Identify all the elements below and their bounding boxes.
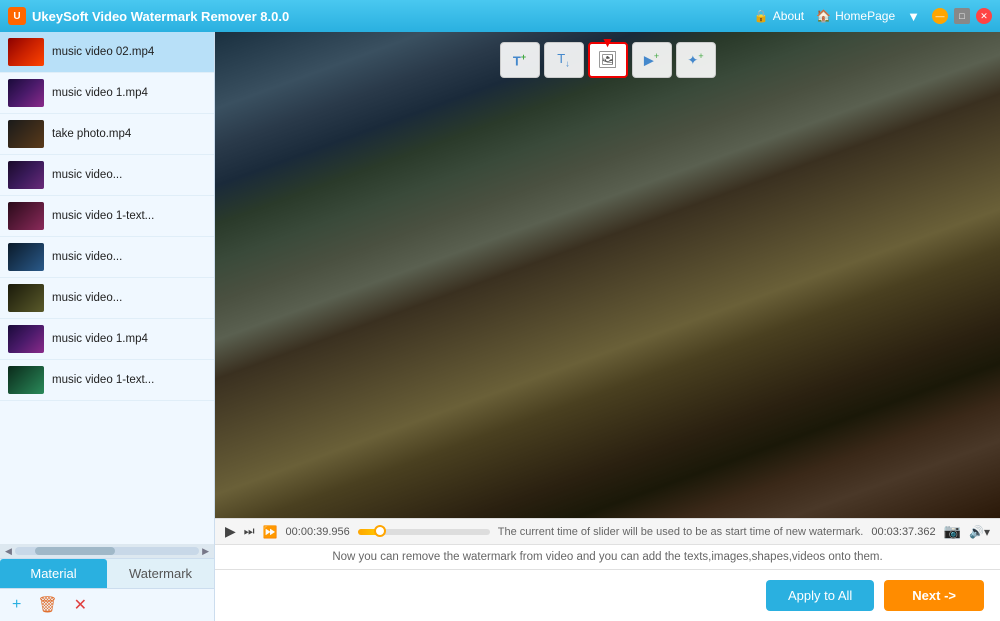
volume-button[interactable]: 🔊▾ (969, 525, 990, 539)
window-controls: — □ ✕ (932, 8, 992, 24)
file-name: music video 1.mp4 (52, 87, 148, 99)
file-name: music video 02.mp4 (52, 46, 154, 58)
file-name: music video... (52, 292, 122, 304)
file-name: music video 1.mp4 (52, 333, 148, 345)
total-time: 00:03:37.362 (871, 526, 935, 538)
video-area: T+ T↓ ▼ 🖼 ▶+ ✦+ (215, 32, 1000, 518)
file-thumbnail (8, 284, 44, 312)
home-icon: 🏠 (816, 9, 831, 23)
main-layout: music video 02.mp4 music video 1.mp4 take … (0, 32, 1000, 621)
list-item[interactable]: music video 1-text... (0, 360, 214, 401)
list-item[interactable]: music video... (0, 155, 214, 196)
add-text-button[interactable]: T+ (500, 42, 540, 78)
maximize-button[interactable]: □ (954, 8, 970, 24)
file-thumbnail (8, 366, 44, 394)
watermark-toolbar: T+ T↓ ▼ 🖼 ▶+ ✦+ (500, 42, 716, 78)
text-add-icon: T+ (513, 52, 526, 68)
file-name: music video 1-text... (52, 374, 154, 386)
lock-icon: 🔒 (754, 9, 769, 23)
dropdown-icon[interactable]: ▼ (907, 9, 920, 24)
list-item[interactable]: music video 1.mp4 (0, 73, 214, 114)
image-text-icon: T↓ (557, 51, 569, 69)
list-item[interactable]: music video 1.mp4 (0, 319, 214, 360)
list-item[interactable]: music video 1-text... (0, 196, 214, 237)
list-item[interactable]: music video... (0, 237, 214, 278)
add-image-button[interactable]: ▼ 🖼 (588, 42, 628, 78)
hint-text: The current time of slider will be used … (498, 526, 864, 538)
progress-handle[interactable] (374, 525, 386, 537)
scrollbar-thumb[interactable] (35, 547, 115, 555)
minimize-button[interactable]: — (932, 8, 948, 24)
titlebar: U UkeySoft Video Watermark Remover 8.0.0… (0, 0, 1000, 32)
bottom-bar: Apply to All Next -> (215, 569, 1000, 621)
description-text: Now you can remove the watermark from vi… (332, 551, 882, 563)
content-right: T+ T↓ ▼ 🖼 ▶+ ✦+ (215, 32, 1000, 621)
titlebar-nav: 🔒 About 🏠 HomePage ▼ (754, 9, 920, 24)
file-name: music video... (52, 169, 122, 181)
file-thumbnail (8, 38, 44, 66)
file-name: music video... (52, 251, 122, 263)
file-thumbnail (8, 161, 44, 189)
tab-watermark[interactable]: Watermark (107, 559, 214, 588)
file-thumbnail (8, 120, 44, 148)
video-bg (215, 32, 1000, 518)
apply-to-all-button[interactable]: Apply to All (766, 580, 874, 611)
file-list: music video 02.mp4 music video 1.mp4 take … (0, 32, 214, 544)
tab-material[interactable]: Material (0, 559, 107, 588)
down-arrow-icon: ▼ (601, 34, 615, 50)
play-button[interactable]: ▶ (225, 523, 236, 540)
image-icon: 🖼 (597, 50, 617, 70)
add-image-text-button[interactable]: T↓ (544, 42, 584, 78)
info-area: Now you can remove the watermark from vi… (215, 544, 1000, 569)
screenshot-button[interactable]: 📷 (944, 523, 961, 540)
list-item[interactable]: music video 02.mp4 (0, 32, 214, 73)
sidebar-toolbar: + 🗑 ✕ (0, 588, 214, 621)
file-thumbnail (8, 79, 44, 107)
horizontal-scrollbar[interactable]: ◀ ▶ (0, 544, 214, 558)
scroll-left-arrow[interactable]: ◀ (2, 546, 15, 557)
about-button[interactable]: 🔒 About (754, 9, 804, 23)
step-frame-button[interactable]: ⏩ (263, 525, 278, 539)
add-file-button[interactable]: + (12, 596, 21, 614)
file-thumbnail (8, 243, 44, 271)
next-button[interactable]: Next -> (884, 580, 984, 611)
sidebar: music video 02.mp4 music video 1.mp4 take … (0, 32, 215, 621)
app-logo: U (8, 7, 26, 25)
progress-bar[interactable] (358, 529, 490, 535)
list-item[interactable]: take photo.mp4 (0, 114, 214, 155)
shape-add-icon: ✦+ (687, 51, 703, 68)
scrollbar-track[interactable] (15, 547, 199, 555)
file-thumbnail (8, 202, 44, 230)
video-controls: ▶ ⏭ ⏩ 00:00:39.956 The current time of s… (215, 518, 1000, 544)
clear-file-button[interactable]: ✕ (74, 595, 87, 615)
add-video-button[interactable]: ▶+ (632, 42, 672, 78)
delete-file-button[interactable]: 🗑 (37, 595, 57, 615)
homepage-button[interactable]: 🏠 HomePage (816, 9, 895, 23)
add-shape-button[interactable]: ✦+ (676, 42, 716, 78)
app-title: UkeySoft Video Watermark Remover 8.0.0 (32, 9, 754, 24)
video-add-icon: ▶+ (644, 51, 659, 68)
tabs-row: Material Watermark (0, 558, 214, 588)
scroll-right-arrow[interactable]: ▶ (199, 546, 212, 557)
step-forward-button[interactable]: ⏭ (244, 524, 255, 539)
list-item[interactable]: music video... (0, 278, 214, 319)
video-preview: T+ T↓ ▼ 🖼 ▶+ ✦+ (215, 32, 1000, 518)
current-time: 00:00:39.956 (286, 526, 350, 538)
file-name: take photo.mp4 (52, 128, 131, 140)
file-name: music video 1-text... (52, 210, 154, 222)
close-button[interactable]: ✕ (976, 8, 992, 24)
file-thumbnail (8, 325, 44, 353)
bottom-actions: Apply to All Next -> (766, 580, 984, 611)
